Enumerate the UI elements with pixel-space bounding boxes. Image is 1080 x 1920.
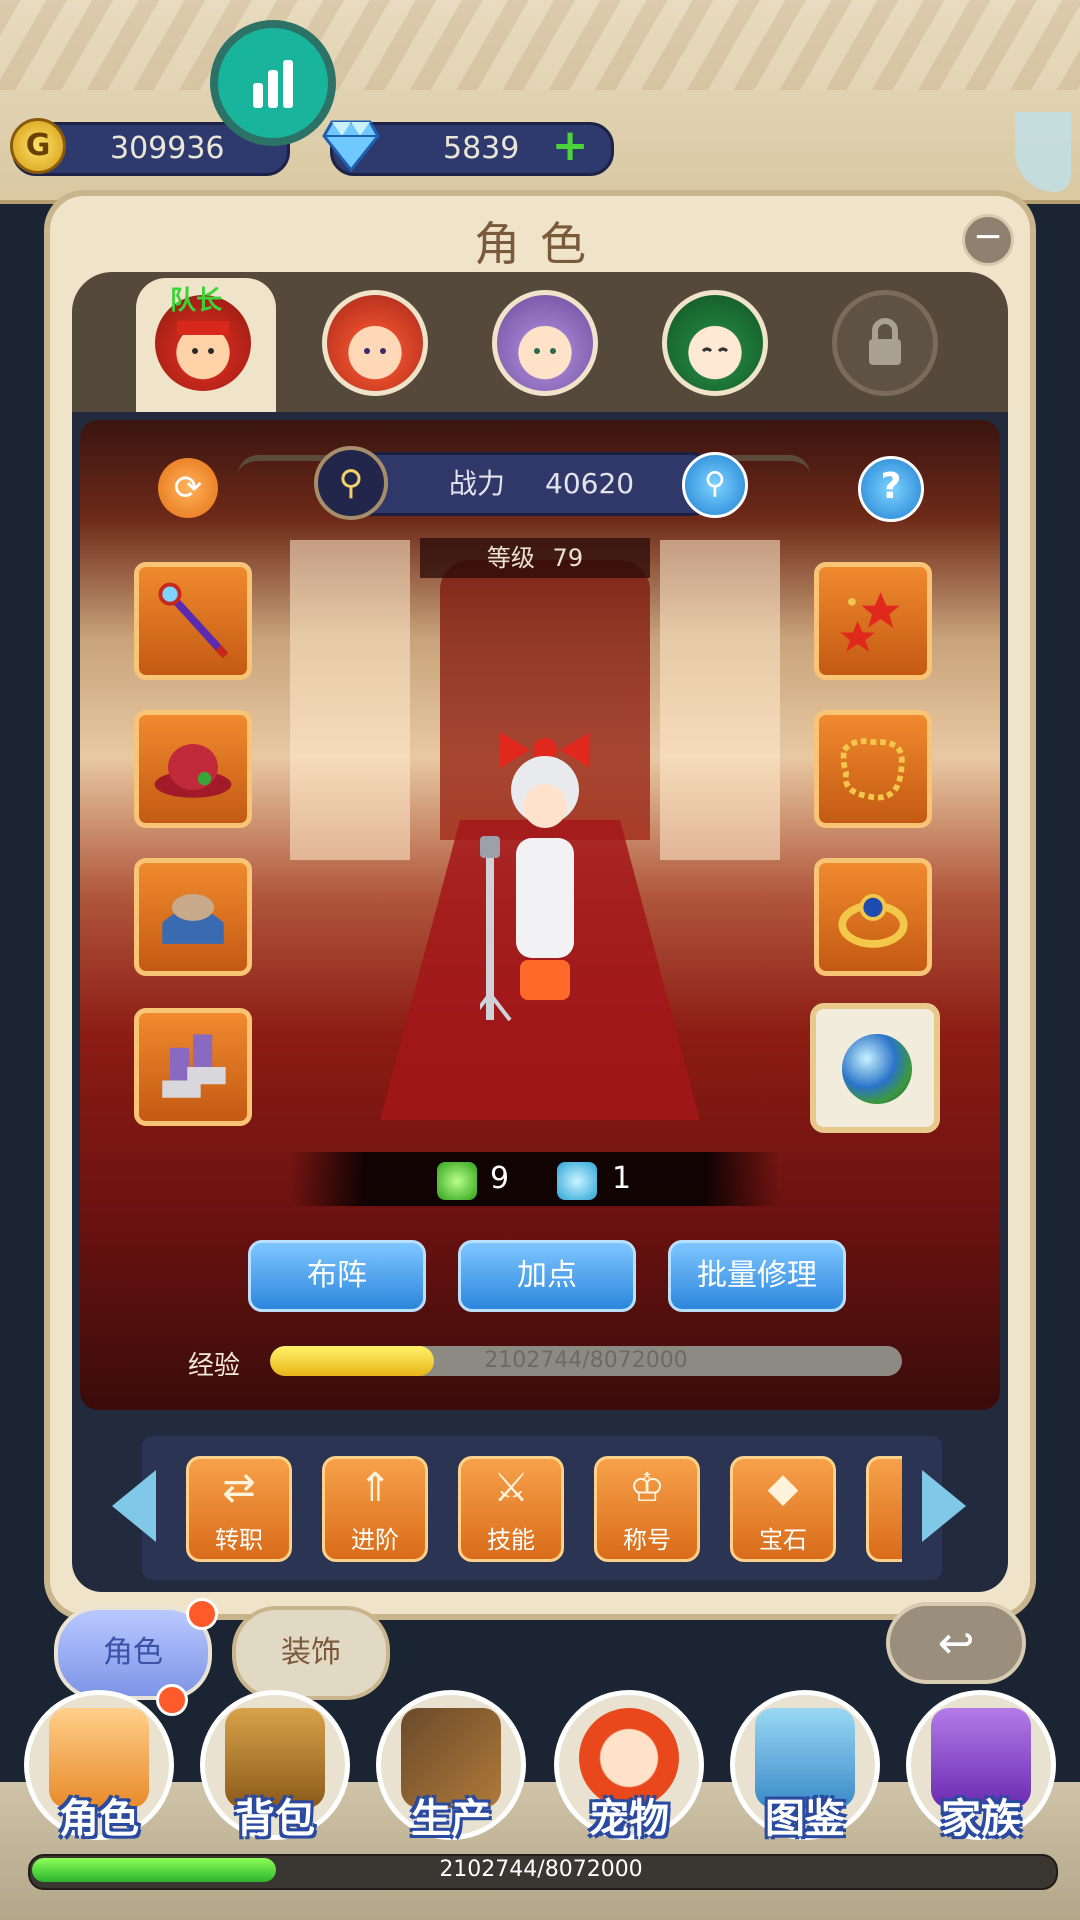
tab-character-4[interactable] — [662, 290, 768, 396]
tab-decoration[interactable]: 装饰 — [232, 1606, 390, 1700]
stats-button[interactable] — [210, 20, 336, 146]
red-hair-girl-icon — [353, 329, 397, 373]
nav-backpack[interactable]: 背包 — [200, 1690, 350, 1842]
nav-label: 角色 — [59, 1796, 139, 1842]
tab-character-3[interactable] — [492, 290, 598, 396]
refresh-button[interactable]: ⟳ — [158, 458, 218, 518]
nav-label: 生产 — [411, 1796, 491, 1842]
experience-label: 经验 — [188, 1351, 241, 1381]
notification-dot — [186, 1598, 218, 1630]
function-skill[interactable]: ⚔ 技能 — [458, 1456, 564, 1562]
refresh-icon: ⟳ — [173, 468, 203, 508]
add-gems-button[interactable]: + — [550, 122, 590, 170]
tab-character-2[interactable] — [322, 290, 428, 396]
experience-text: 2102744/8072000 — [484, 1348, 688, 1373]
function-title[interactable]: ♔ 称号 — [594, 1456, 700, 1562]
function-label: 锻 — [869, 1520, 902, 1555]
level-label: 等级 — [486, 544, 535, 572]
equip-slot-weapon[interactable] — [134, 562, 252, 680]
nav-label: 图鉴 — [765, 1796, 845, 1842]
equip-slot-ornament[interactable] — [814, 562, 932, 680]
title-icon: ♔ — [629, 1465, 665, 1511]
gem-value: 5839 — [443, 131, 520, 166]
character-sprite — [480, 732, 590, 1022]
scroll-left-arrow[interactable] — [112, 1470, 156, 1542]
green-hair-girl-icon — [693, 329, 737, 373]
function-list: ⇄ 转职 ⇑ 进阶 ⚔ 技能 ♔ 称号 ◆ 宝石 ⚒ 锻 — [186, 1456, 902, 1566]
function-label: 技能 — [487, 1526, 535, 1554]
purple-hair-girl-icon — [523, 329, 567, 373]
function-advance[interactable]: ⇑ 进阶 — [322, 1456, 428, 1562]
green-stone-icon — [437, 1162, 477, 1200]
boots-icon — [162, 1034, 226, 1098]
diamond-icon — [322, 120, 380, 172]
pillar-right — [660, 540, 780, 860]
stone-count-strip — [290, 1152, 780, 1206]
add-points-button[interactable]: 加点 — [458, 1240, 636, 1312]
top-banner-art — [0, 0, 1080, 90]
equip-slot-boots[interactable] — [134, 1008, 252, 1126]
nav-label: 家族 — [941, 1796, 1021, 1842]
leader-badge: 队长 — [170, 286, 223, 316]
gold-coin-icon: G — [10, 118, 66, 174]
panel-title: 角色 — [474, 217, 606, 271]
forge-icon: ⚒ — [869, 1465, 902, 1511]
armor-icon — [162, 893, 224, 944]
ring-icon — [838, 893, 908, 948]
tab-locked-slot[interactable] — [832, 290, 938, 396]
bottom-experience-text: 2102744/8072000 — [439, 1857, 643, 1882]
blue-stone-count: 1 — [612, 1161, 632, 1196]
hat-icon — [154, 744, 232, 798]
notification-dot — [156, 1684, 188, 1716]
function-label: 进阶 — [351, 1526, 399, 1554]
green-stone-count: 9 — [490, 1161, 510, 1196]
orb-icon — [842, 1034, 912, 1104]
function-class-change[interactable]: ⇄ 转职 — [186, 1456, 292, 1562]
staff-icon — [158, 582, 229, 659]
question-icon: ? — [880, 466, 902, 507]
function-forge[interactable]: ⚒ 锻 — [866, 1456, 902, 1562]
nav-pet[interactable]: 宠物 — [554, 1690, 704, 1842]
pillar-left — [290, 540, 410, 860]
function-label: 宝石 — [759, 1526, 807, 1554]
blue-stone-icon — [557, 1162, 597, 1200]
back-button[interactable]: ↩ — [886, 1602, 1026, 1684]
gem-icon: ◆ — [767, 1465, 799, 1511]
necklace-icon — [840, 738, 905, 801]
back-arrow-icon: ↩ — [937, 1618, 975, 1669]
help-button[interactable]: ? — [858, 456, 924, 522]
equip-slot-armor[interactable] — [134, 858, 252, 976]
function-label: 转职 — [215, 1526, 263, 1554]
search-button[interactable]: ⚲ — [682, 452, 748, 518]
bar-chart-icon — [253, 60, 293, 108]
level-display: 等级 79 — [420, 538, 650, 578]
nav-family[interactable]: 家族 — [906, 1690, 1056, 1842]
ornament-icon — [840, 592, 900, 652]
nav-label: 宠物 — [589, 1796, 669, 1842]
class-change-icon: ⇄ — [222, 1465, 256, 1511]
lock-icon — [869, 318, 901, 365]
power-value: 40620 — [545, 467, 635, 500]
nav-character[interactable]: 角色 — [24, 1690, 174, 1842]
advance-icon: ⇑ — [358, 1465, 392, 1511]
power-label: 战力 — [449, 467, 506, 500]
equip-slot-hat[interactable] — [134, 710, 252, 828]
gold-value: 309936 — [110, 131, 225, 166]
equip-slot-ring[interactable] — [814, 858, 932, 976]
key-icon: ⚲ — [314, 446, 388, 520]
minimize-button[interactable]: − — [962, 214, 1014, 266]
formation-button[interactable]: 布阵 — [248, 1240, 426, 1312]
nav-handbook[interactable]: 图鉴 — [730, 1690, 880, 1842]
level-value: 79 — [552, 544, 584, 572]
magnifier-icon: ⚲ — [704, 466, 726, 501]
equip-slot-necklace[interactable] — [814, 710, 932, 828]
function-gem[interactable]: ◆ 宝石 — [730, 1456, 836, 1562]
nav-label: 背包 — [235, 1796, 315, 1842]
skill-icon: ⚔ — [493, 1465, 529, 1511]
function-label: 称号 — [623, 1526, 671, 1554]
batch-repair-button[interactable]: 批量修理 — [668, 1240, 846, 1312]
nav-production[interactable]: 生产 — [376, 1690, 526, 1842]
scroll-right-arrow[interactable] — [922, 1470, 966, 1542]
